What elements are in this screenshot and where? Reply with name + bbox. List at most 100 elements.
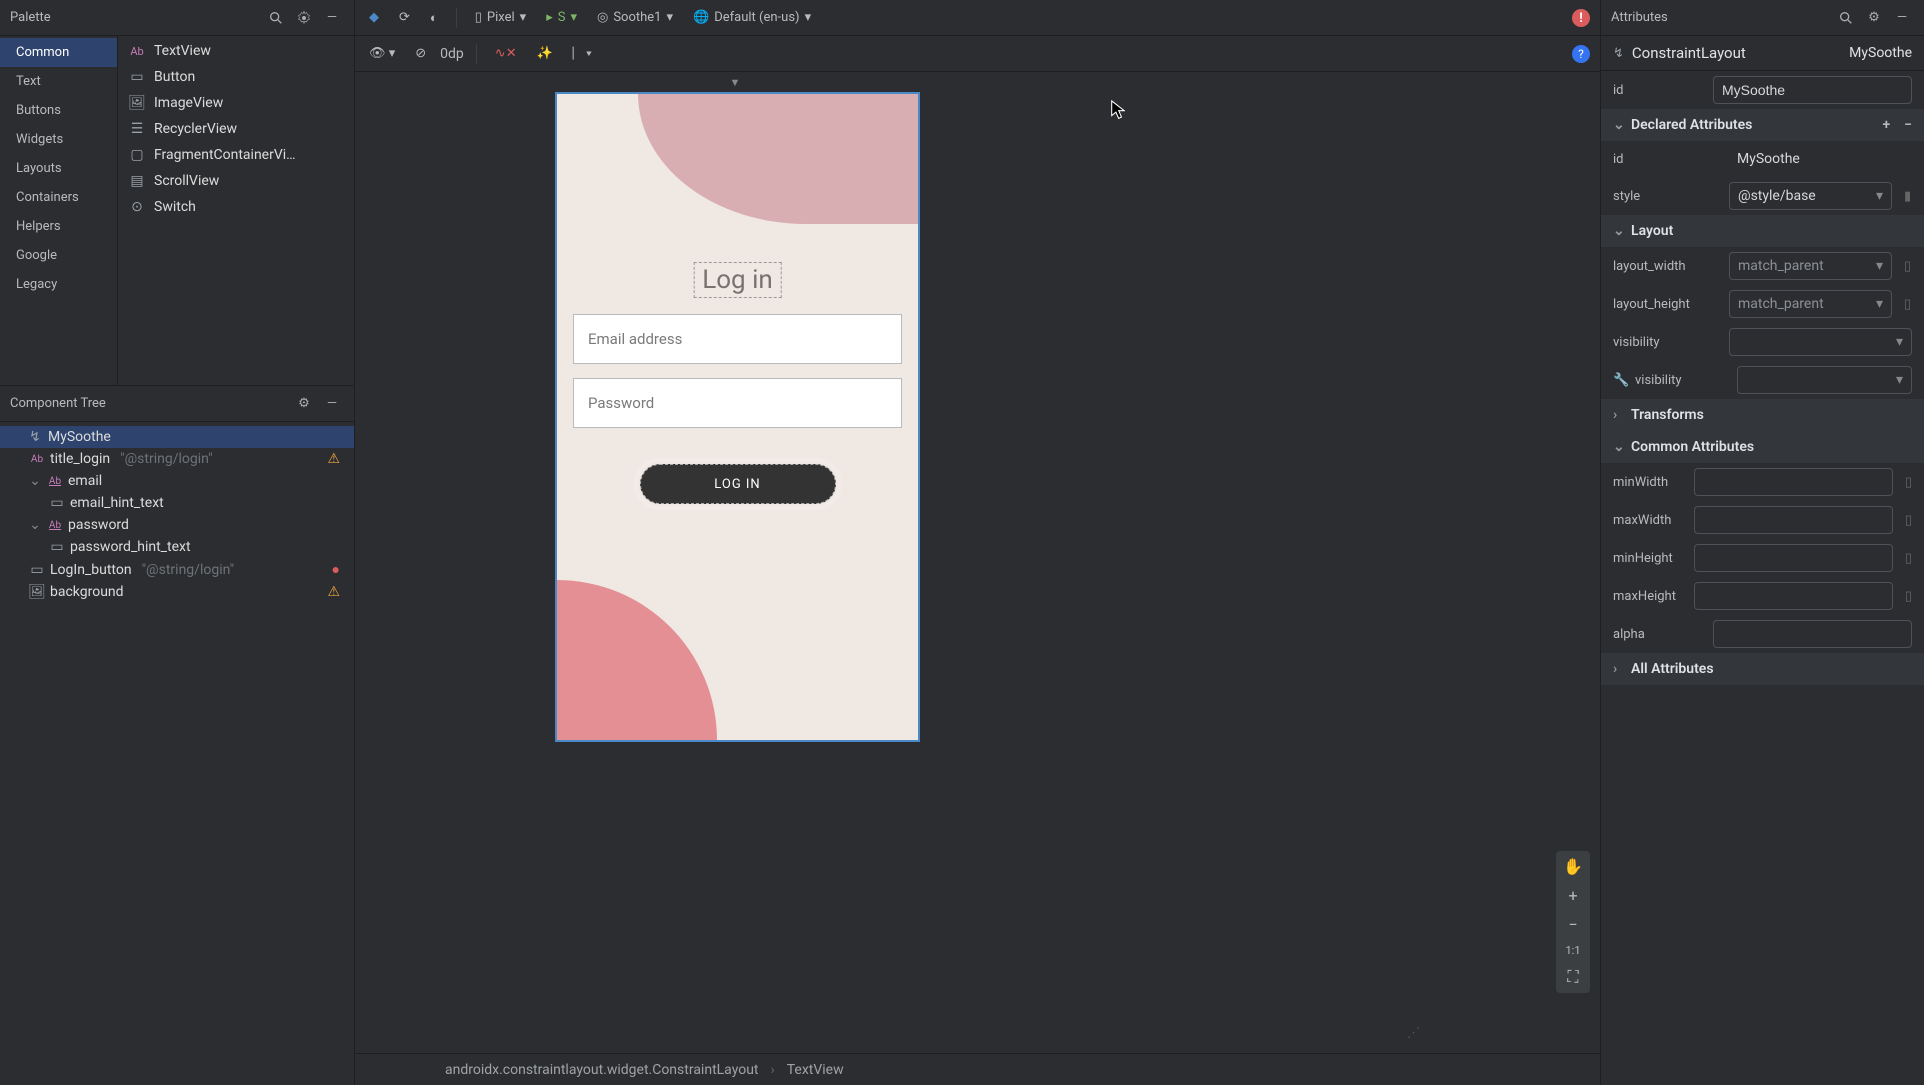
flag-icon[interactable]: ▯ [1905,551,1912,566]
palette-item-textview[interactable]: AbTextView [118,38,354,64]
palette-item-imageview[interactable]: 🖼ImageView [118,90,354,116]
attr-select-tools-visibility[interactable] [1737,366,1912,394]
component-tree-header: Component Tree ⚙ — [0,386,354,422]
palette-cat-text[interactable]: Text [0,67,117,96]
section-transforms[interactable]: › Transforms [1601,399,1924,431]
section-common[interactable]: ⌄ Common Attributes [1601,431,1924,463]
locale-selector[interactable]: 🌐 Default (en-us) ▾ [687,6,817,29]
remove-attr-icon[interactable]: − [1904,117,1912,133]
attr-input-minheight[interactable] [1694,544,1893,572]
palette-item-button[interactable]: ▭Button [118,64,354,90]
search-icon[interactable] [1834,6,1858,30]
guidelines-icon[interactable]: ⎸▾ [567,42,598,65]
attr-row-id: id [1601,71,1924,109]
tree-item-background[interactable]: 🖼 background ⚠ [0,581,354,603]
theme-selector[interactable]: ◎ Soothe1 ▾ [591,6,679,29]
search-icon[interactable] [264,6,288,30]
tree-item-title-login[interactable]: Ab title_login "@string/login" ⚠ [0,448,354,470]
view-options-icon[interactable]: 👁 ▾ [363,42,401,65]
flag-icon[interactable]: ▯ [1904,259,1912,274]
preview-password-field[interactable]: Password [573,378,902,428]
zoom-out-icon[interactable]: − [1568,915,1577,934]
section-declared[interactable]: ⌄ Declared Attributes + − [1601,109,1924,141]
zoom-fit-icon[interactable]: ⛶ [1567,967,1578,987]
error-badge[interactable]: ! [1572,9,1590,27]
help-icon[interactable]: ? [1572,45,1590,63]
attr-input-maxwidth[interactable] [1694,506,1893,534]
tree-item-password[interactable]: ⌄ Ab password [0,514,354,536]
attr-select-layout-height[interactable]: match_parent [1729,290,1892,318]
flag-icon[interactable]: ▯ [1905,589,1912,604]
attr-value[interactable]: MySoothe [1729,146,1912,172]
tree-item-email-hint[interactable]: ▭ email_hint_text [0,492,354,514]
palette-cat-layouts[interactable]: Layouts [0,154,117,183]
attr-select-visibility[interactable] [1729,328,1912,356]
pan-icon[interactable]: ✋ [1563,857,1583,876]
tree-item-login-button[interactable]: ▭ LogIn_button "@string/login" ● [0,558,354,581]
palette-cat-common[interactable]: Common [0,38,117,67]
autoconnect-icon[interactable]: ⊘ [409,42,432,65]
warning-icon[interactable]: ⚠ [327,451,340,467]
add-attr-icon[interactable]: + [1882,117,1890,133]
zoom-reset[interactable]: 1:1 [1565,944,1580,957]
resize-handle[interactable]: ⋰ [1407,1026,1420,1041]
attr-input-minwidth[interactable] [1694,468,1893,496]
palette-cat-legacy[interactable]: Legacy [0,270,117,299]
flag-icon[interactable]: ▮ [1904,189,1912,204]
api-selector[interactable]: ▸ S ▾ [540,6,583,29]
palette-cat-containers[interactable]: Containers [0,183,117,212]
palette-item-recyclerview[interactable]: ☰RecyclerView [118,116,354,142]
orientation-icon[interactable]: ⟳ [393,6,416,29]
minimize-icon[interactable]: — [1890,6,1914,30]
night-icon[interactable]: ◐ [424,6,444,30]
palette-item-switch[interactable]: ⊙Switch [118,194,354,220]
palette-cat-widgets[interactable]: Widgets [0,125,117,154]
palette-item-fragmentcontainer[interactable]: ▢FragmentContainerVi… [118,142,354,168]
default-margin[interactable]: 0dp [440,46,464,62]
attr-select-style[interactable]: @style/base [1729,182,1892,210]
flag-icon[interactable]: ▯ [1904,297,1912,312]
preview-email-field[interactable]: Email address [573,314,902,364]
flag-icon[interactable]: ▯ [1905,475,1912,490]
device-selector[interactable]: ▯ Pixel ▾ [469,6,532,29]
tree-item-email[interactable]: ⌄ Ab email [0,470,354,492]
preview-login-button[interactable]: LOG IN [640,464,836,504]
gear-icon[interactable]: ⚙ [1862,6,1886,30]
warning-icon[interactable]: ⚠ [327,584,340,600]
minimize-icon[interactable]: — [320,392,344,416]
attr-component-type: ↯ ConstraintLayout MySoothe [1601,36,1924,71]
chevron-down-icon[interactable]: ⌄ [28,473,42,489]
attr-select-layout-width[interactable]: match_parent [1729,252,1892,280]
chevron-down-icon: ⌄ [1613,117,1625,133]
minimize-icon[interactable]: — [320,6,344,30]
gear-icon[interactable]: ⚙ [292,392,316,416]
design-surface[interactable]: ▼ Log in Email address Password LOG IN ⋰… [355,72,1600,1053]
attr-input-alpha[interactable] [1713,620,1912,648]
tree-item-password-hint[interactable]: ▭ password_hint_text [0,536,354,558]
device-preview[interactable]: Log in Email address Password LOG IN [555,92,920,742]
attr-input-maxheight[interactable] [1694,582,1893,610]
flag-icon[interactable]: ▯ [1905,513,1912,528]
preview-title-login[interactable]: Log in [693,262,782,298]
tree-item-mysoothe[interactable]: ↯ MySoothe [0,426,354,448]
breadcrumb-item[interactable]: androidx.constraintlayout.widget.Constra… [445,1062,759,1078]
zoom-in-icon[interactable]: + [1568,886,1577,905]
section-layout[interactable]: ⌄ Layout [1601,215,1924,247]
palette-cat-helpers[interactable]: Helpers [0,212,117,241]
attr-input-id[interactable] [1713,76,1912,104]
section-all[interactable]: › All Attributes [1601,653,1924,685]
switch-icon: ⊙ [128,198,146,216]
gear-icon[interactable] [292,6,316,30]
chevron-down-icon[interactable]: ⌄ [28,517,42,533]
top-marker: ▼ [730,76,741,89]
infer-constraints-icon[interactable]: ✨ [531,42,559,65]
breadcrumb-item[interactable]: TextView [787,1062,844,1078]
design-mode-icon[interactable]: ◆ [363,6,385,29]
component-tree-title: Component Tree [10,396,288,411]
palette-cat-buttons[interactable]: Buttons [0,96,117,125]
palette-item-scrollview[interactable]: ▤ScrollView [118,168,354,194]
button-icon: ▭ [128,68,146,86]
error-icon[interactable]: ● [332,561,340,578]
clear-constraints-icon[interactable]: ∿✕ [489,42,523,65]
palette-cat-google[interactable]: Google [0,241,117,270]
